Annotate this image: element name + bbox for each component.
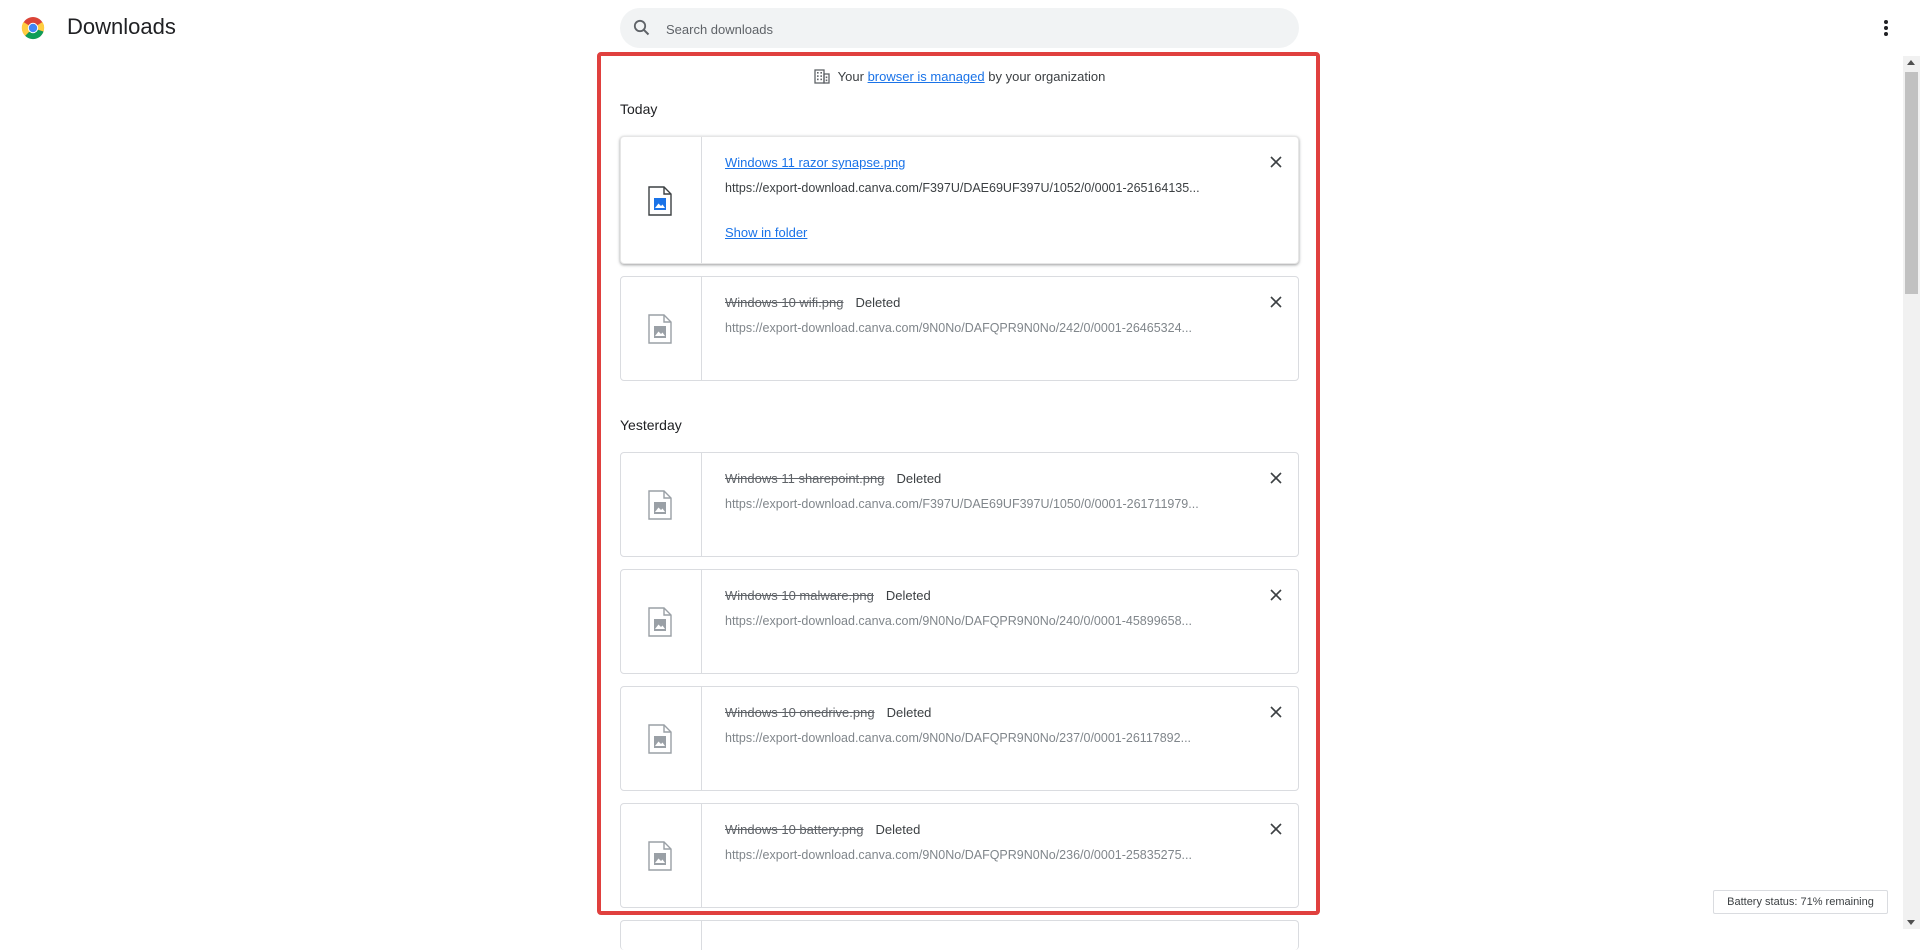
managed-link[interactable]: browser is managed (868, 69, 985, 84)
close-icon[interactable] (1269, 155, 1283, 169)
page-header: Downloads (0, 0, 1920, 56)
search-bar[interactable] (620, 8, 1299, 48)
file-url[interactable]: https://export-download.canva.com/F397U/… (725, 497, 1225, 511)
file-icon-column (621, 804, 702, 907)
status-label: Deleted (875, 822, 921, 837)
file-url[interactable]: https://export-download.canva.com/F397U/… (725, 181, 1225, 195)
battery-status-tooltip: Battery status: 71% remaining (1713, 890, 1888, 914)
file-icon-column (621, 570, 702, 673)
image-file-icon (648, 841, 672, 871)
file-name: Windows 10 onedrive.png Deleted (725, 705, 931, 720)
file-icon-column (621, 687, 702, 790)
download-item: Windows 11 sharepoint.png Deleted https:/… (620, 452, 1299, 557)
file-name: Windows 11 sharepoint.png Deleted (725, 471, 941, 486)
file-name: Windows 10 wifi.png Deleted (725, 295, 900, 310)
image-file-icon (648, 724, 672, 754)
scroll-up-arrow-icon[interactable] (1907, 60, 1915, 65)
more-vert-icon[interactable] (1876, 16, 1896, 40)
status-label: Deleted (855, 295, 901, 310)
chrome-logo-icon (21, 17, 45, 40)
file-name-text: Windows 10 onedrive.png (725, 705, 875, 720)
file-name: Windows 10 malware.png Deleted (725, 588, 931, 603)
section-today: Today (620, 101, 658, 117)
close-icon[interactable] (1269, 822, 1283, 836)
close-icon[interactable] (1269, 588, 1283, 602)
show-in-folder-link[interactable]: Show in folder (725, 225, 807, 240)
managed-notice: Your browser is managed by your organiza… (620, 68, 1299, 87)
download-item: Windows 10 battery.png Deleted https://ex… (620, 803, 1299, 908)
close-icon[interactable] (1269, 295, 1283, 309)
scroll-down-arrow-icon[interactable] (1907, 920, 1915, 925)
download-item: Windows 10 wifi.png Deleted https://expor… (620, 276, 1299, 381)
section-yesterday: Yesterday (620, 417, 682, 433)
image-file-icon (648, 314, 672, 344)
status-label: Deleted (896, 471, 942, 486)
managed-prefix: Your (837, 69, 864, 84)
file-name-text: Windows 10 malware.png (725, 588, 874, 603)
search-icon (633, 19, 650, 36)
file-name: Windows 10 battery.png Deleted (725, 822, 920, 837)
image-file-icon (648, 490, 672, 520)
file-url[interactable]: https://export-download.canva.com/9N0No/… (725, 731, 1225, 745)
file-icon-column (621, 453, 702, 556)
file-name-link[interactable]: Windows 11 razor synapse.png (725, 155, 905, 170)
image-file-icon (648, 186, 672, 216)
file-url[interactable]: https://export-download.canva.com/9N0No/… (725, 321, 1225, 335)
download-item-partial (620, 920, 1299, 950)
building-icon (814, 68, 830, 84)
page-title: Downloads (67, 14, 176, 39)
status-label: Deleted (885, 588, 931, 603)
managed-suffix: by your organization (988, 69, 1106, 84)
scrollbar[interactable] (1903, 56, 1920, 929)
scrollbar-thumb[interactable] (1905, 72, 1918, 294)
file-name-text: Windows 10 battery.png (725, 822, 864, 837)
file-name-text: Windows 11 sharepoint.png (725, 471, 885, 486)
file-icon-column (621, 921, 702, 950)
download-item: Windows 10 malware.png Deleted https://ex… (620, 569, 1299, 674)
close-icon[interactable] (1269, 471, 1283, 485)
file-icon-column (621, 277, 702, 380)
file-icon-column (621, 137, 702, 263)
search-input[interactable] (664, 17, 1268, 41)
status-label: Deleted (886, 705, 932, 720)
file-url[interactable]: https://export-download.canva.com/9N0No/… (725, 848, 1225, 862)
download-item: Windows 11 razor synapse.png https://exp… (620, 136, 1299, 264)
file-name-text: Windows 10 wifi.png (725, 295, 844, 310)
close-icon[interactable] (1269, 705, 1283, 719)
file-url[interactable]: https://export-download.canva.com/9N0No/… (725, 614, 1225, 628)
download-item: Windows 10 onedrive.png Deleted https://e… (620, 686, 1299, 791)
image-file-icon (648, 607, 672, 637)
